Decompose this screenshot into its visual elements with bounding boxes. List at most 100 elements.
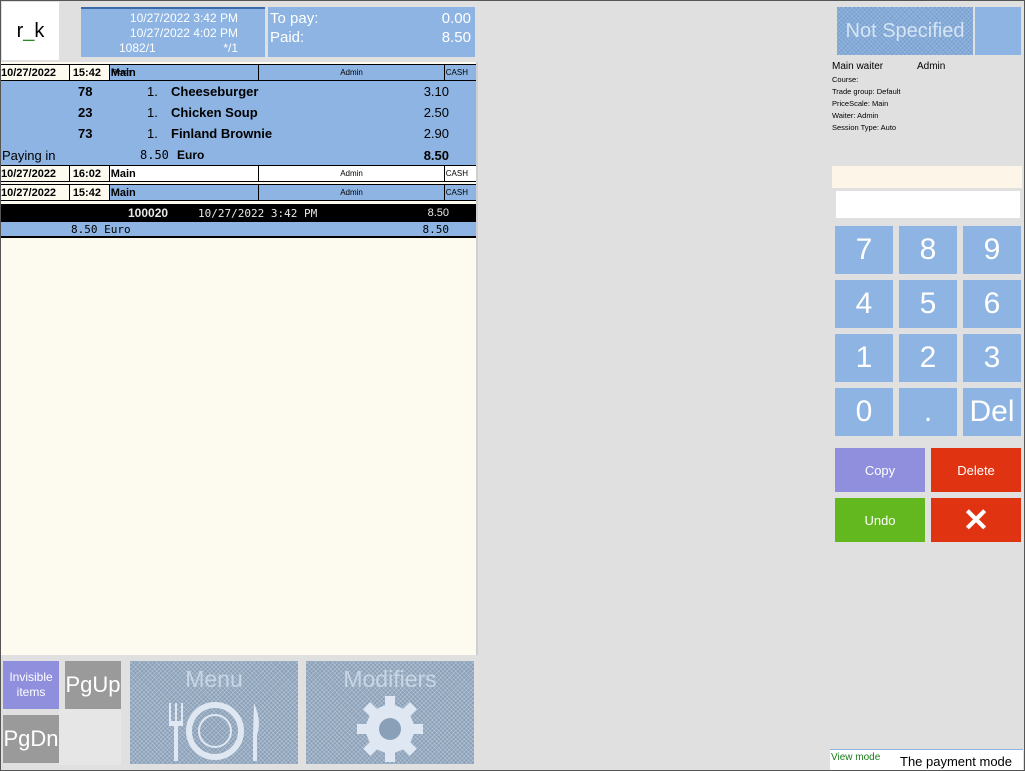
keypad-3[interactable]: 3 bbox=[963, 334, 1021, 382]
row-menu-cell: Main bbox=[110, 166, 260, 181]
row-date: 10/27/2022 bbox=[0, 166, 70, 181]
guest-type-side-button[interactable] bbox=[975, 7, 1021, 55]
order-header-row[interactable]: 10/27/2022 16:02 Main Admin CASH bbox=[0, 165, 476, 182]
row-status: Ready bbox=[111, 69, 132, 76]
item-name: Chicken Soup bbox=[171, 105, 258, 120]
paid-label: Paid: bbox=[270, 29, 305, 46]
main-waiter-value: Admin bbox=[917, 61, 946, 72]
page-up-button[interactable]: PgUp bbox=[65, 661, 121, 709]
item-code: 23 bbox=[78, 105, 93, 120]
trade-group-info: Trade group: Default bbox=[832, 87, 901, 96]
view-mode-label[interactable]: View mode bbox=[831, 752, 880, 763]
keypad-8[interactable]: 8 bbox=[899, 226, 957, 274]
order-number: 1082/1 bbox=[119, 41, 156, 55]
keypad-1[interactable]: 1 bbox=[835, 334, 893, 382]
order-info-panel: 10/27/2022 3:42 PM 10/27/2022 4:02 PM 10… bbox=[81, 7, 265, 57]
paying-in-row: Paying in 8.50 Euro 8.50 bbox=[0, 144, 476, 165]
row-time: 15:42 bbox=[69, 65, 110, 80]
to-pay-label: To pay: bbox=[270, 10, 319, 27]
keypad-delete[interactable]: Del bbox=[963, 388, 1021, 436]
keypad-2[interactable]: 2 bbox=[899, 334, 957, 382]
keypad-decimal[interactable]: . bbox=[899, 388, 957, 436]
item-price: 2.50 bbox=[423, 105, 449, 120]
paying-in-amount: 8.50 bbox=[140, 148, 169, 162]
order-items: 78 1. Cheeseburger 3.10 23 1. Chicken So… bbox=[0, 81, 476, 165]
item-code: 73 bbox=[78, 126, 93, 141]
order-item[interactable]: 73 1. Finland Brownie 2.90 bbox=[0, 123, 476, 144]
row-menu: Main bbox=[110, 66, 136, 79]
receipt-total-value: 8.50 bbox=[422, 223, 450, 236]
order-item[interactable]: 78 1. Cheeseburger 3.10 bbox=[0, 81, 476, 102]
keypad-6[interactable]: 6 bbox=[963, 280, 1021, 328]
price-scale-info: PriceScale: Main bbox=[832, 99, 889, 108]
paid-value: 8.50 bbox=[441, 29, 471, 46]
plate-cutlery-icon bbox=[169, 702, 259, 761]
logo-text-right: k bbox=[34, 19, 45, 42]
order-header-row[interactable]: 10/27/2022 15:42 Ready Main Admin CASH bbox=[0, 64, 476, 81]
delete-button[interactable]: Delete bbox=[931, 448, 1021, 492]
row-date: 10/27/2022 bbox=[0, 65, 70, 80]
amount-input[interactable] bbox=[836, 191, 1020, 218]
page-down-button[interactable]: PgDn bbox=[3, 715, 59, 763]
close-icon[interactable]: ✕ bbox=[931, 498, 1021, 542]
keypad-5[interactable]: 5 bbox=[899, 280, 957, 328]
row-menu-cell: Main bbox=[110, 185, 260, 200]
receipt-amount: 8.50 bbox=[427, 207, 449, 219]
order-details: Main waiter Admin Course: Trade group: D… bbox=[832, 61, 1022, 134]
session-type-info: Session Type: Auto bbox=[832, 123, 897, 132]
item-qty: 1. bbox=[147, 105, 158, 120]
keypad-0[interactable]: 0 bbox=[835, 388, 893, 436]
row-payment: CASH bbox=[445, 169, 469, 178]
keypad-4[interactable]: 4 bbox=[835, 280, 893, 328]
guest-type-button[interactable]: Not Specified bbox=[837, 7, 973, 55]
undo-button[interactable]: Undo bbox=[835, 498, 925, 542]
row-menu: Main bbox=[110, 186, 136, 199]
row-payment: CASH bbox=[445, 188, 469, 197]
row-time: 15:42 bbox=[69, 185, 110, 200]
message-bar bbox=[832, 166, 1022, 188]
receipt-row[interactable]: 100020 10/27/2022 3:42 PM 8.50 bbox=[0, 204, 476, 222]
order-list[interactable]: 10/27/2022 15:42 Ready Main Admin CASH 7… bbox=[0, 62, 478, 655]
keypad-9[interactable]: 9 bbox=[963, 226, 1021, 274]
menu-button[interactable]: Menu bbox=[130, 661, 298, 764]
modifiers-button[interactable]: Modifiers bbox=[306, 661, 474, 764]
row-payment: CASH bbox=[445, 68, 469, 77]
copy-button[interactable]: Copy bbox=[835, 448, 925, 492]
order-header-row[interactable]: 10/27/2022 15:42 Main Admin CASH bbox=[0, 184, 476, 201]
receipt-total-row: 8.50 Euro 8.50 bbox=[0, 222, 476, 238]
item-name: Cheeseburger bbox=[171, 84, 259, 99]
empty-slot bbox=[59, 709, 121, 765]
paying-in-currency: Euro bbox=[177, 148, 205, 162]
keypad-7[interactable]: 7 bbox=[835, 226, 893, 274]
guest-count: */1 bbox=[223, 41, 238, 55]
paying-in-label: Paying in bbox=[2, 148, 56, 163]
logo-underscore: _ bbox=[23, 19, 35, 42]
row-waiter: Admin bbox=[259, 185, 445, 200]
row-menu-cell: Ready Main bbox=[110, 65, 260, 80]
row-date: 10/27/2022 bbox=[0, 185, 70, 200]
item-qty: 1. bbox=[147, 84, 158, 99]
row-menu: Main bbox=[110, 167, 136, 180]
to-pay-value: 0.00 bbox=[441, 10, 471, 27]
item-price: 3.10 bbox=[423, 84, 449, 99]
course-info: Course: bbox=[832, 75, 859, 84]
paying-in-total: 8.50 bbox=[423, 148, 449, 163]
payment-mode-label: The payment mode bbox=[900, 754, 1013, 769]
status-bar: View mode The payment mode bbox=[830, 749, 1023, 771]
app-logo: r _ k bbox=[2, 2, 59, 60]
item-name: Finland Brownie bbox=[171, 126, 273, 141]
waiter-info: Waiter: Admin bbox=[832, 111, 879, 120]
item-qty: 1. bbox=[147, 126, 158, 141]
invisible-items-button[interactable]: Invisible items bbox=[3, 661, 59, 709]
receipt-number: 100020 bbox=[128, 206, 169, 220]
row-time: 16:02 bbox=[69, 166, 110, 181]
receipt-datetime: 10/27/2022 3:42 PM bbox=[198, 207, 318, 220]
main-waiter-label: Main waiter bbox=[832, 61, 884, 72]
row-waiter: Admin bbox=[259, 166, 445, 181]
order-item[interactable]: 23 1. Chicken Soup 2.50 bbox=[0, 102, 476, 123]
order-closed-time: 10/27/2022 4:02 PM bbox=[129, 26, 238, 40]
item-code: 78 bbox=[78, 84, 93, 99]
payment-summary: To pay: 0.00 Paid: 8.50 bbox=[268, 7, 475, 57]
receipt-total-amount: 8.50 Euro bbox=[71, 223, 131, 236]
item-price: 2.90 bbox=[423, 126, 449, 141]
